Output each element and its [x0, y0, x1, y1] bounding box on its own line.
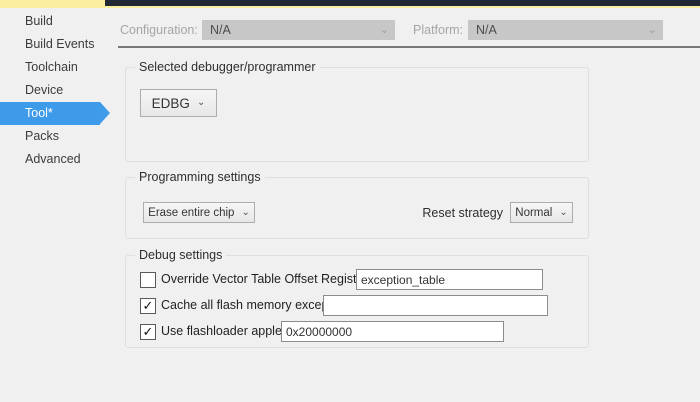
group-title: Programming settings — [135, 170, 265, 184]
header-separator — [118, 46, 700, 48]
sidebar-item-device[interactable]: Device — [0, 79, 100, 102]
chevron-down-icon: ⌄ — [559, 209, 567, 217]
group-title: Selected debugger/programmer — [135, 60, 320, 74]
debug-setting-row: ✓ Use flashloader applet — [126, 321, 588, 342]
selected-item-arrow — [100, 102, 110, 124]
sidebar-item-tool[interactable]: Tool* — [0, 102, 100, 125]
reset-strategy-dropdown[interactable]: Normal ⌄ — [510, 202, 573, 223]
chevron-down-icon: ⌄ — [380, 25, 389, 35]
configuration-label: Configuration: — [120, 20, 198, 40]
platform-dropdown[interactable]: N/A ⌄ — [468, 20, 663, 40]
top-accent-underline — [105, 6, 700, 8]
sidebar-item-toolchain[interactable]: Toolchain — [0, 56, 100, 79]
flashloader-input[interactable] — [281, 321, 504, 342]
flashloader-checkbox[interactable]: ✓ — [140, 324, 156, 340]
reset-strategy-label: Reset strategy — [422, 206, 503, 220]
group-programming-settings: Programming settings Erase entire chip ⌄… — [125, 177, 589, 239]
group-title: Debug settings — [135, 248, 226, 262]
group-debug-settings: Debug settings Override Vector Table Off… — [125, 255, 589, 348]
group-selected-debugger: Selected debugger/programmer EDBG ⌄ — [125, 67, 589, 162]
flashloader-label: Use flashloader applet — [161, 321, 285, 342]
configuration-dropdown[interactable]: N/A ⌄ — [202, 20, 395, 40]
chevron-down-icon: ⌄ — [241, 209, 249, 217]
chevron-down-icon: ⌄ — [197, 99, 205, 107]
reset-strategy-value: Normal — [515, 207, 552, 219]
platform-label: Platform: — [413, 20, 463, 40]
sidebar-item-label: Tool* — [25, 106, 53, 120]
debug-setting-row: Override Vector Table Offset Register — [126, 269, 588, 290]
sidebar-item-advanced[interactable]: Advanced — [0, 148, 100, 171]
sidebar-item-build[interactable]: Build — [0, 10, 100, 33]
override-vtor-label: Override Vector Table Offset Register — [161, 269, 368, 290]
override-vtor-checkbox[interactable] — [140, 272, 156, 288]
reset-strategy-group: Reset strategy Normal ⌄ — [422, 202, 573, 223]
override-vtor-input[interactable] — [356, 269, 543, 290]
erase-mode-value: Erase entire chip — [148, 207, 234, 219]
top-accent-tab — [0, 0, 105, 8]
chevron-down-icon: ⌄ — [648, 25, 657, 35]
settings-nav-sidebar: Build Build Events Toolchain Device Tool… — [0, 10, 115, 171]
cache-flash-input[interactable] — [323, 295, 548, 316]
cache-flash-label: Cache all flash memory except — [161, 295, 332, 316]
erase-mode-dropdown[interactable]: Erase entire chip ⌄ — [143, 202, 255, 223]
debugger-select-value: EDBG — [152, 96, 190, 111]
sidebar-item-packs[interactable]: Packs — [0, 125, 100, 148]
cache-flash-checkbox[interactable]: ✓ — [140, 298, 156, 314]
platform-value: N/A — [476, 23, 497, 37]
debug-setting-row: ✓ Cache all flash memory except — [126, 295, 588, 316]
configuration-value: N/A — [210, 23, 231, 37]
debugger-select-button[interactable]: EDBG ⌄ — [140, 89, 217, 117]
sidebar-item-build-events[interactable]: Build Events — [0, 33, 100, 56]
